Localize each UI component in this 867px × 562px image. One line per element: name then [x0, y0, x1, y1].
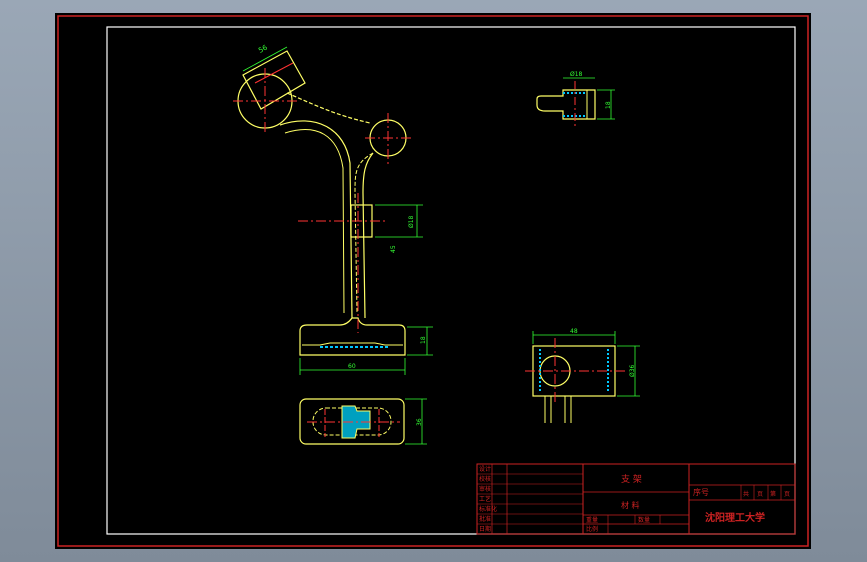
tb-sheet-page: 页	[757, 491, 763, 498]
front-view: 56 Ø18 45 18 60	[233, 43, 433, 375]
tb-qty-label: 数量	[638, 516, 650, 524]
tb-label-standard: 标准化	[479, 505, 497, 513]
cad-drawing: 56 Ø18 45 18 60 36 Ø18 18 48 Ø36 设计 校核 审…	[57, 15, 809, 547]
tb-sheet-current: 第	[770, 490, 776, 498]
arm-upper-edge	[286, 92, 371, 124]
dim-base-h-label: 18	[420, 336, 427, 344]
tb-label-approve: 批准	[479, 515, 491, 523]
top-view: 36	[299, 398, 427, 445]
tb-left-grid	[477, 473, 583, 525]
drawing-sheet: 56 Ø18 45 18 60 36 Ø18 18 48 Ø36 设计 校核 审…	[55, 13, 811, 549]
tb-label-process: 工艺	[479, 495, 491, 503]
tb-label-review: 审核	[479, 485, 491, 493]
tb-scale-label: 比例	[586, 525, 598, 533]
tb-school-name: 沈阳理工大学	[705, 511, 765, 524]
tb-serial-label: 序号	[693, 487, 709, 497]
small-detail-outline	[536, 89, 596, 120]
right-section-view: 48 Ø36	[525, 328, 640, 423]
base-section-line	[302, 342, 403, 346]
dim-arm-label: 56	[257, 43, 269, 55]
inner-frame	[106, 26, 796, 535]
tb-part-name: 支 架	[621, 473, 642, 485]
tb-label-check: 校核	[479, 475, 491, 483]
stem-left-edge	[279, 120, 353, 319]
tb-label-date: 日期	[479, 525, 491, 533]
tb-sheet-total: 共	[743, 490, 749, 498]
dim-small-w-label: Ø18	[570, 71, 583, 78]
outer-frame	[57, 15, 809, 547]
dim-right-h-label: Ø36	[629, 364, 636, 377]
dim-right-w-label: 48	[570, 328, 578, 335]
dim-slot-label: 36	[416, 418, 423, 426]
tb-material-label: 材 料	[621, 500, 640, 510]
dim-small-h-label: 18	[605, 101, 612, 109]
title-block: 设计 校核 审核 工艺 标准化 批准 日期 支 架 材 料 重量 比例 数量 序…	[476, 463, 796, 535]
dim-stem-label: Ø18	[408, 215, 415, 228]
tb-label-design: 设计	[479, 465, 491, 473]
arm-block	[242, 50, 306, 110]
base-plate	[299, 317, 406, 356]
small-detail-view: Ø18 18	[536, 71, 615, 128]
tb-weight-label: 重量	[586, 516, 598, 524]
dim-base-w-label: 60	[348, 363, 356, 370]
tb-sheet-page2: 页	[784, 491, 790, 498]
dim-stem-offset: 45	[390, 245, 397, 253]
